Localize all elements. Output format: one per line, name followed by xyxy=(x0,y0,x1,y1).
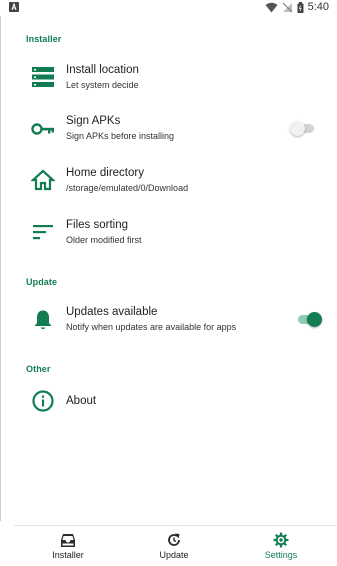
storage-list-icon xyxy=(31,65,55,89)
updates-available-title: Updates available xyxy=(66,306,158,318)
nav-item-installer[interactable]: Installer xyxy=(18,526,118,566)
installer-tray-icon xyxy=(60,532,76,548)
home-directory-title: Home directory xyxy=(66,167,144,179)
files-sorting-row[interactable]: Files sorting Older modified first xyxy=(0,211,337,253)
no-sim-icon xyxy=(282,2,293,13)
nav-label-installer: Installer xyxy=(52,550,84,560)
nav-item-update[interactable]: Update xyxy=(124,526,224,566)
updates-available-toggle[interactable] xyxy=(296,311,322,327)
bottom-navigation: Installer Update Settings xyxy=(0,526,337,566)
clock-text: 5:40 xyxy=(307,1,329,13)
home-directory-summary: /storage/emulated/0/Download xyxy=(66,183,189,193)
wifi-icon xyxy=(265,2,278,13)
sort-icon xyxy=(31,220,55,244)
section-header-update: Update xyxy=(26,277,58,287)
files-sorting-summary: Older modified first xyxy=(66,235,142,245)
sign-apks-summary: Sign APKs before installing xyxy=(66,131,175,141)
notification-a-icon xyxy=(9,2,19,12)
toggle-thumb xyxy=(307,312,322,327)
home-directory-row[interactable]: Home directory /storage/emulated/0/Downl… xyxy=(0,160,337,202)
nav-item-settings[interactable]: Settings xyxy=(231,526,331,566)
sign-apks-toggle[interactable] xyxy=(290,120,316,136)
install-location-title: Install location xyxy=(66,64,139,76)
about-title: About xyxy=(66,395,97,407)
info-icon xyxy=(31,389,55,413)
section-header-other: Other xyxy=(26,364,51,374)
updates-available-summary: Notify when updates are available for ap… xyxy=(66,322,237,332)
status-icons: 5:40 xyxy=(265,1,329,13)
nav-label-settings: Settings xyxy=(264,550,298,560)
key-icon xyxy=(31,117,55,141)
about-row[interactable]: About xyxy=(0,380,337,422)
status-bar: 5:40 xyxy=(0,0,337,16)
home-icon xyxy=(31,168,55,192)
toggle-thumb xyxy=(290,121,305,136)
update-refresh-icon xyxy=(166,532,182,548)
section-header-installer: Installer xyxy=(26,34,62,44)
battery-icon xyxy=(297,1,304,13)
install-location-row[interactable]: Install location Let system decide xyxy=(0,56,337,98)
updates-available-row[interactable]: Updates available Notify when updates ar… xyxy=(0,299,337,341)
sign-apks-title: Sign APKs xyxy=(66,115,121,127)
gear-icon xyxy=(273,532,289,548)
files-sorting-title: Files sorting xyxy=(66,219,128,231)
nav-label-update: Update xyxy=(159,550,189,560)
sign-apks-row[interactable]: Sign APKs Sign APKs before installing xyxy=(0,108,337,150)
install-location-summary: Let system decide xyxy=(66,80,139,90)
bell-icon xyxy=(31,308,55,332)
